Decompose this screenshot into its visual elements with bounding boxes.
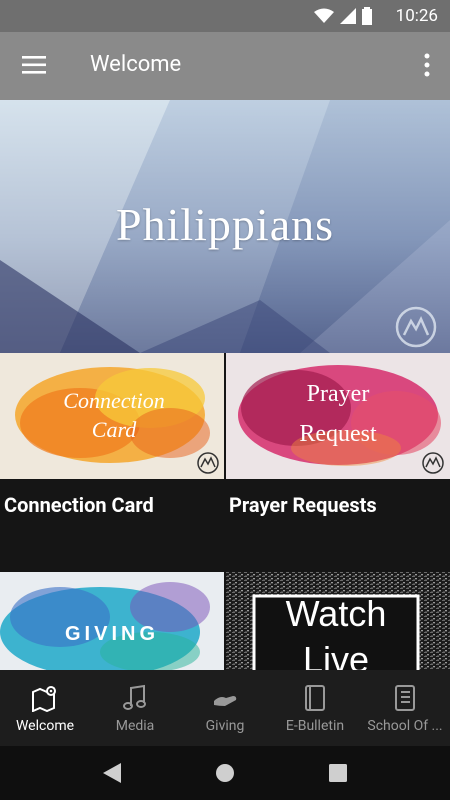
recents-icon[interactable] bbox=[327, 761, 349, 785]
giving-tile[interactable]: GIVING bbox=[0, 572, 224, 670]
more-options-icon[interactable] bbox=[422, 52, 432, 80]
prayer-request-tile[interactable]: Prayer Request bbox=[226, 353, 450, 479]
status-icons bbox=[314, 7, 372, 25]
nav-tab-label: E-Bulletin bbox=[285, 718, 345, 734]
nav-tab-school[interactable]: School Of ... bbox=[360, 670, 450, 746]
connection-card-tile[interactable]: Connection Card bbox=[0, 353, 224, 479]
watch-live-image: Watch Live bbox=[226, 572, 450, 670]
wifi-icon bbox=[314, 8, 334, 23]
back-icon[interactable] bbox=[101, 761, 123, 785]
book-icon bbox=[305, 685, 325, 711]
church-logo-icon bbox=[395, 306, 437, 348]
connection-card-image-line2: Card bbox=[92, 417, 137, 442]
nav-tab-e-bulletin[interactable]: E-Bulletin bbox=[270, 670, 360, 746]
connection-card-label[interactable]: Connection Card bbox=[4, 493, 154, 517]
connection-card-image-line1: Connection bbox=[63, 388, 164, 413]
nav-tab-label: School Of ... bbox=[367, 718, 443, 734]
watch-live-tile[interactable]: Watch Live bbox=[226, 572, 450, 670]
prayer-request-image-line1: Prayer bbox=[307, 381, 370, 407]
hero-title: Philippians bbox=[115, 199, 335, 250]
notebook-icon bbox=[395, 685, 415, 711]
home-icon[interactable] bbox=[214, 761, 236, 785]
music-note-icon bbox=[123, 684, 146, 710]
giving-image-text: GIVING bbox=[65, 623, 159, 645]
nav-tab-giving[interactable]: Giving bbox=[180, 670, 270, 746]
status-time: 10:26 bbox=[395, 6, 438, 26]
nav-tab-media[interactable]: Media bbox=[90, 670, 180, 746]
giving-image: GIVING bbox=[0, 582, 210, 670]
nav-tab-label: Giving bbox=[205, 718, 245, 734]
watch-live-image-line2: Live bbox=[303, 639, 369, 670]
nav-tab-label: Media bbox=[115, 718, 155, 734]
signal-icon bbox=[340, 8, 356, 24]
nav-tab-welcome[interactable]: Welcome bbox=[0, 670, 90, 746]
page-title: Welcome bbox=[90, 52, 182, 77]
prayer-request-image: Prayer Request bbox=[238, 365, 444, 474]
hamburger-menu-icon[interactable] bbox=[22, 54, 48, 76]
connection-card-image: Connection Card bbox=[15, 367, 219, 474]
app-bar: Welcome bbox=[0, 32, 450, 100]
prayer-request-image-line2: Request bbox=[299, 421, 377, 447]
system-navigation-bar bbox=[0, 746, 450, 800]
bottom-navigation: Welcome Media Giving E-Bulletin School O… bbox=[0, 670, 450, 746]
hero-carousel[interactable]: Philippians bbox=[0, 100, 450, 353]
battery-icon bbox=[362, 7, 372, 25]
status-bar: 10:26 bbox=[0, 0, 450, 32]
hand-icon bbox=[214, 696, 237, 706]
prayer-requests-label[interactable]: Prayer Requests bbox=[229, 493, 377, 517]
map-pin-icon bbox=[32, 686, 56, 712]
watch-live-image-line1: Watch bbox=[286, 593, 387, 634]
nav-tab-label: Welcome bbox=[15, 718, 75, 734]
